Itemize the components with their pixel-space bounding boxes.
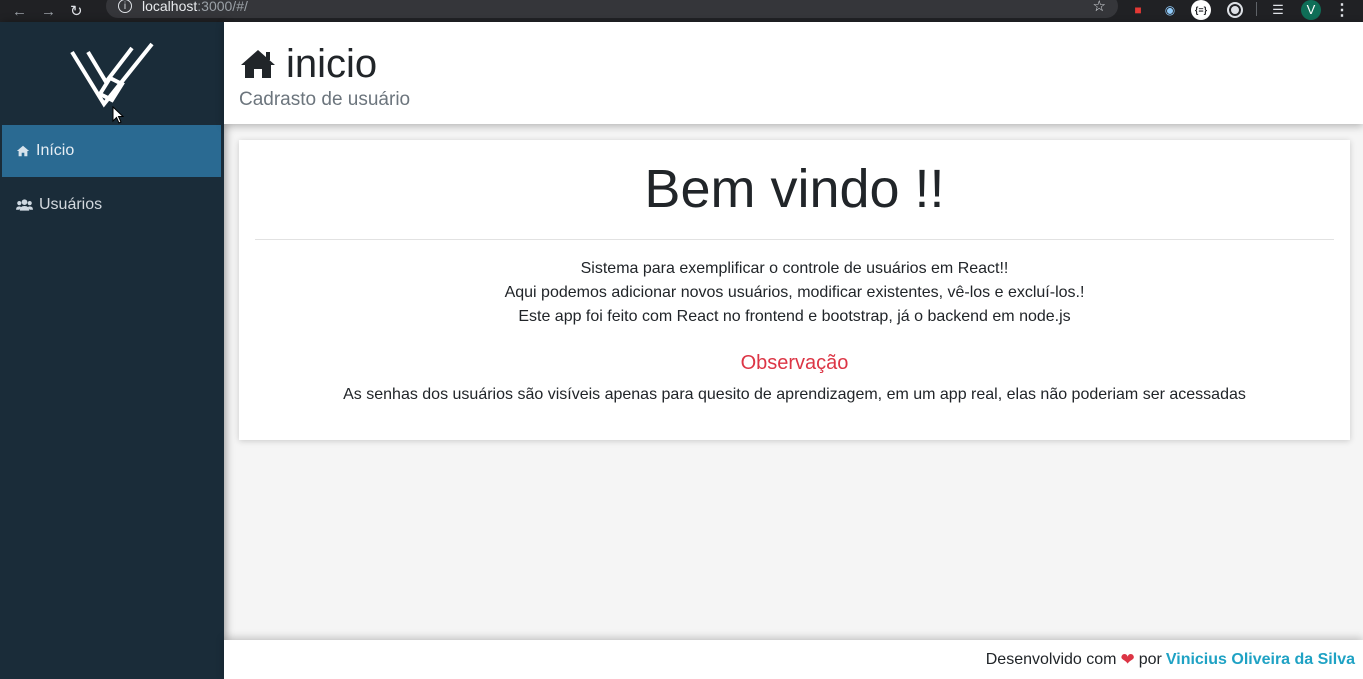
back-arrow-icon[interactable]: ← xyxy=(12,3,27,20)
address-bar[interactable]: i localhost:3000/#/ ☆ xyxy=(106,0,1118,18)
footer-prefix: Desenvolvido com xyxy=(985,650,1117,668)
toolbar-divider xyxy=(1256,2,1257,16)
mouse-cursor-icon xyxy=(112,106,124,124)
home-icon xyxy=(241,50,275,78)
footer-by: por xyxy=(1138,650,1162,668)
extension-json-icon[interactable]: {≡} xyxy=(1190,0,1212,20)
browser-nav: ← → ↻ xyxy=(0,2,83,21)
site-info-icon[interactable]: i xyxy=(118,0,132,13)
users-icon xyxy=(16,199,33,211)
heart-icon: ❤ xyxy=(1120,649,1135,669)
browser-menu-icon[interactable]: ⋮ xyxy=(1334,0,1350,20)
home-icon xyxy=(16,145,30,157)
description-line: Aqui podemos adicionar novos usuários, m… xyxy=(504,284,1085,301)
logo-icon[interactable] xyxy=(60,38,160,110)
description-line: Este app foi feito com React no frontend… xyxy=(518,308,1071,325)
forward-arrow-icon[interactable]: → xyxy=(41,3,56,20)
extension-owl-icon[interactable]: ◉ xyxy=(1161,0,1179,20)
sidebar-item-inicio[interactable]: Início xyxy=(2,125,221,177)
extension-red-icon[interactable]: ■ xyxy=(1129,0,1147,20)
author-link[interactable]: Vinicius Oliveira da Silva xyxy=(1166,651,1355,669)
divider xyxy=(255,239,1334,240)
url-host: localhost xyxy=(142,0,198,14)
reload-icon[interactable]: ↻ xyxy=(70,2,83,20)
extension-target-icon[interactable] xyxy=(1226,0,1244,20)
url-path: :3000/#/ xyxy=(197,0,248,14)
profile-avatar[interactable]: V xyxy=(1300,0,1322,20)
welcome-card: Bem vindo !! Sistema para exemplificar o… xyxy=(239,140,1350,440)
page-title-row: inicio xyxy=(240,40,377,88)
sidebar-item-label: Início xyxy=(36,142,75,159)
description: Sistema para exemplificar o controle de … xyxy=(239,257,1350,329)
page-footer: Desenvolvido com ❤ por Vinicius Oliveira… xyxy=(224,640,1363,679)
bookmark-star-icon[interactable]: ☆ xyxy=(1093,0,1106,15)
page-header: inicio Cadrasto de usuário xyxy=(224,22,1363,124)
description-line: Sistema para exemplificar o controle de … xyxy=(580,260,1009,277)
browser-toolbar: ← → ↻ i localhost:3000/#/ ☆ ■ ◉ {≡} ☰ V … xyxy=(0,0,1363,22)
note-text: As senhas dos usuários são visíveis apen… xyxy=(343,386,1246,403)
page-title: inicio xyxy=(286,42,378,86)
welcome-heading: Bem vindo !! xyxy=(644,159,945,219)
media-queue-icon[interactable]: ☰ xyxy=(1268,0,1288,20)
sidebar-item-label: Usuários xyxy=(39,196,103,213)
page-subtitle: Cadrasto de usuário xyxy=(239,89,411,110)
note-title: Observação xyxy=(740,352,849,374)
sidebar-item-usuarios[interactable]: Usuários xyxy=(2,179,221,231)
